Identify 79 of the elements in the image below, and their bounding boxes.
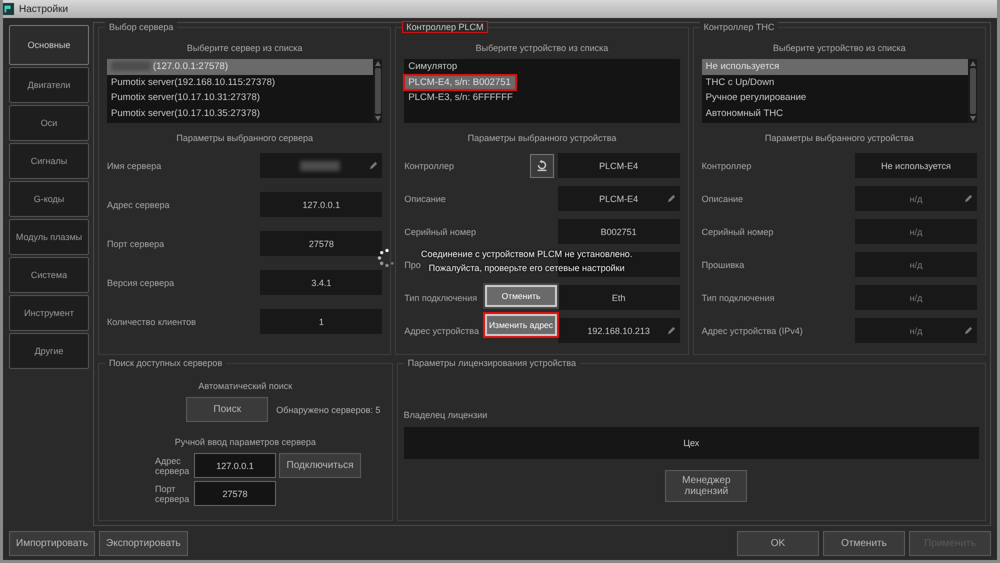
- list-item[interactable]: PLCM-E3, s/n: 6FFFFFF: [404, 90, 680, 106]
- license-manager-button[interactable]: Менеджер лицензий: [665, 470, 748, 502]
- tab[interactable]: Основные: [9, 25, 89, 65]
- footer-button[interactable]: Экспортировать: [99, 530, 188, 556]
- value-field[interactable]: 3.4.1: [260, 270, 382, 295]
- value-field[interactable]: 27578: [260, 231, 382, 256]
- tab[interactable]: Система: [9, 257, 89, 293]
- field-label: Серийный номер: [702, 226, 774, 236]
- tab[interactable]: Инструмент: [9, 295, 89, 331]
- dialog-button[interactable]: Изменить адрес: [483, 312, 559, 338]
- field-label: Описание: [702, 194, 744, 204]
- section-caption: Автоматический поиск: [198, 381, 292, 391]
- dialog-button[interactable]: Отменить: [483, 283, 559, 309]
- tab[interactable]: Сигналы: [9, 143, 89, 179]
- list-item[interactable]: THC с Up/Down: [702, 74, 968, 90]
- section-caption: Ручной ввод параметров сервера: [174, 437, 316, 447]
- list-item[interactable]: PLCM-E4, s/n: B002751: [404, 74, 516, 90]
- list-item[interactable]: Не используется: [702, 59, 968, 74]
- footer-button[interactable]: Импортировать: [9, 530, 96, 556]
- field-label: Прошивка: [702, 260, 744, 270]
- value-field[interactable]: 192.168.10.213: [558, 318, 680, 343]
- field-label: Серийный номер: [404, 226, 476, 236]
- dialog-message: Пожалуйста, проверьте его сетевые настройки: [428, 262, 626, 275]
- value-field[interactable]: PLCM-E4: [558, 186, 680, 211]
- port-field[interactable]: 27578: [194, 481, 276, 506]
- field-label: Контроллер: [404, 160, 454, 170]
- dialog-message: Соединение с устройством PLCM не установлено.: [421, 248, 632, 261]
- value-field[interactable]: PLCM-E4: [558, 153, 680, 178]
- field-label: Владелец лицензии: [404, 410, 488, 420]
- list-item[interactable]: Pumotix server(10.17.10.31:27378): [107, 90, 374, 106]
- window-title: Настройки: [19, 4, 68, 14]
- group-title: Контроллер PLCM: [402, 21, 488, 33]
- list-item[interactable]: Симулятор: [404, 59, 680, 74]
- list-item[interactable]: Pumotix server(10.17.10.35:27378): [107, 106, 374, 121]
- field-label: Адрес устройства: [404, 326, 479, 336]
- list-caption: Выберите устройство из списка: [474, 43, 610, 53]
- value-field[interactable]: Не используется: [855, 153, 977, 178]
- list-item[interactable]: (127.0.0.1:27578): [107, 59, 374, 74]
- list-item[interactable]: Ручное регулирование: [702, 90, 968, 106]
- tab[interactable]: Модуль плазмы: [9, 219, 89, 255]
- found-count: Обнаружено серверов: 5: [276, 404, 380, 414]
- connect-button[interactable]: Подключиться: [279, 453, 361, 478]
- group-title: Контроллер THC: [700, 21, 778, 33]
- section-caption: Параметры выбранного сервера: [175, 133, 314, 143]
- value-field[interactable]: B002751: [558, 219, 680, 244]
- field-label: Имя сервера: [107, 160, 162, 170]
- list-item[interactable]: Pumotix server(192.168.10.115:27378): [107, 74, 374, 90]
- value-field[interactable]: Eth: [558, 285, 680, 310]
- field-label: Про: [404, 260, 421, 270]
- field-label: Версия сервера: [107, 278, 174, 288]
- address-field[interactable]: 127.0.0.1: [194, 453, 276, 478]
- field-label: Количество клиентов: [107, 316, 196, 326]
- field-label: Адрес сервера: [107, 200, 170, 210]
- footer-button[interactable]: OK: [737, 530, 819, 556]
- tab[interactable]: Двигатели: [9, 67, 89, 103]
- group-title: Выбор сервера: [105, 21, 178, 33]
- value-field[interactable]: 127.0.0.1: [260, 192, 382, 217]
- search-button[interactable]: Поиск: [186, 397, 268, 422]
- list-item[interactable]: Автономный THC: [702, 106, 968, 121]
- tab[interactable]: Оси: [9, 105, 89, 141]
- field-label: Тип подключения: [404, 292, 478, 302]
- field-label: Описание: [404, 194, 446, 204]
- field-label: Адрес сервера: [155, 456, 190, 476]
- section-caption: Параметры выбранного устройства: [764, 133, 915, 143]
- footer-button[interactable]: Отменить: [823, 530, 905, 556]
- list-caption: Выберите сервер из списка: [186, 43, 304, 53]
- group-title: Поиск доступных серверов: [105, 357, 226, 369]
- field-label: Адрес устройства (IPv4): [702, 326, 803, 336]
- tab[interactable]: Другие: [9, 333, 89, 369]
- tab[interactable]: G-коды: [9, 181, 89, 217]
- section-caption: Параметры выбранного устройства: [466, 133, 618, 143]
- owner-field[interactable]: Цех: [404, 427, 979, 459]
- field-label: Порт сервера: [107, 238, 164, 248]
- value-field[interactable]: 1: [260, 309, 382, 334]
- field-label: Контроллер: [702, 160, 752, 170]
- field-label: Порт сервера: [155, 484, 190, 504]
- group-title: Параметры лицензирования устройства: [404, 357, 580, 369]
- field-label: Тип подключения: [702, 292, 774, 302]
- list-caption: Выберите устройство из списка: [772, 43, 907, 53]
